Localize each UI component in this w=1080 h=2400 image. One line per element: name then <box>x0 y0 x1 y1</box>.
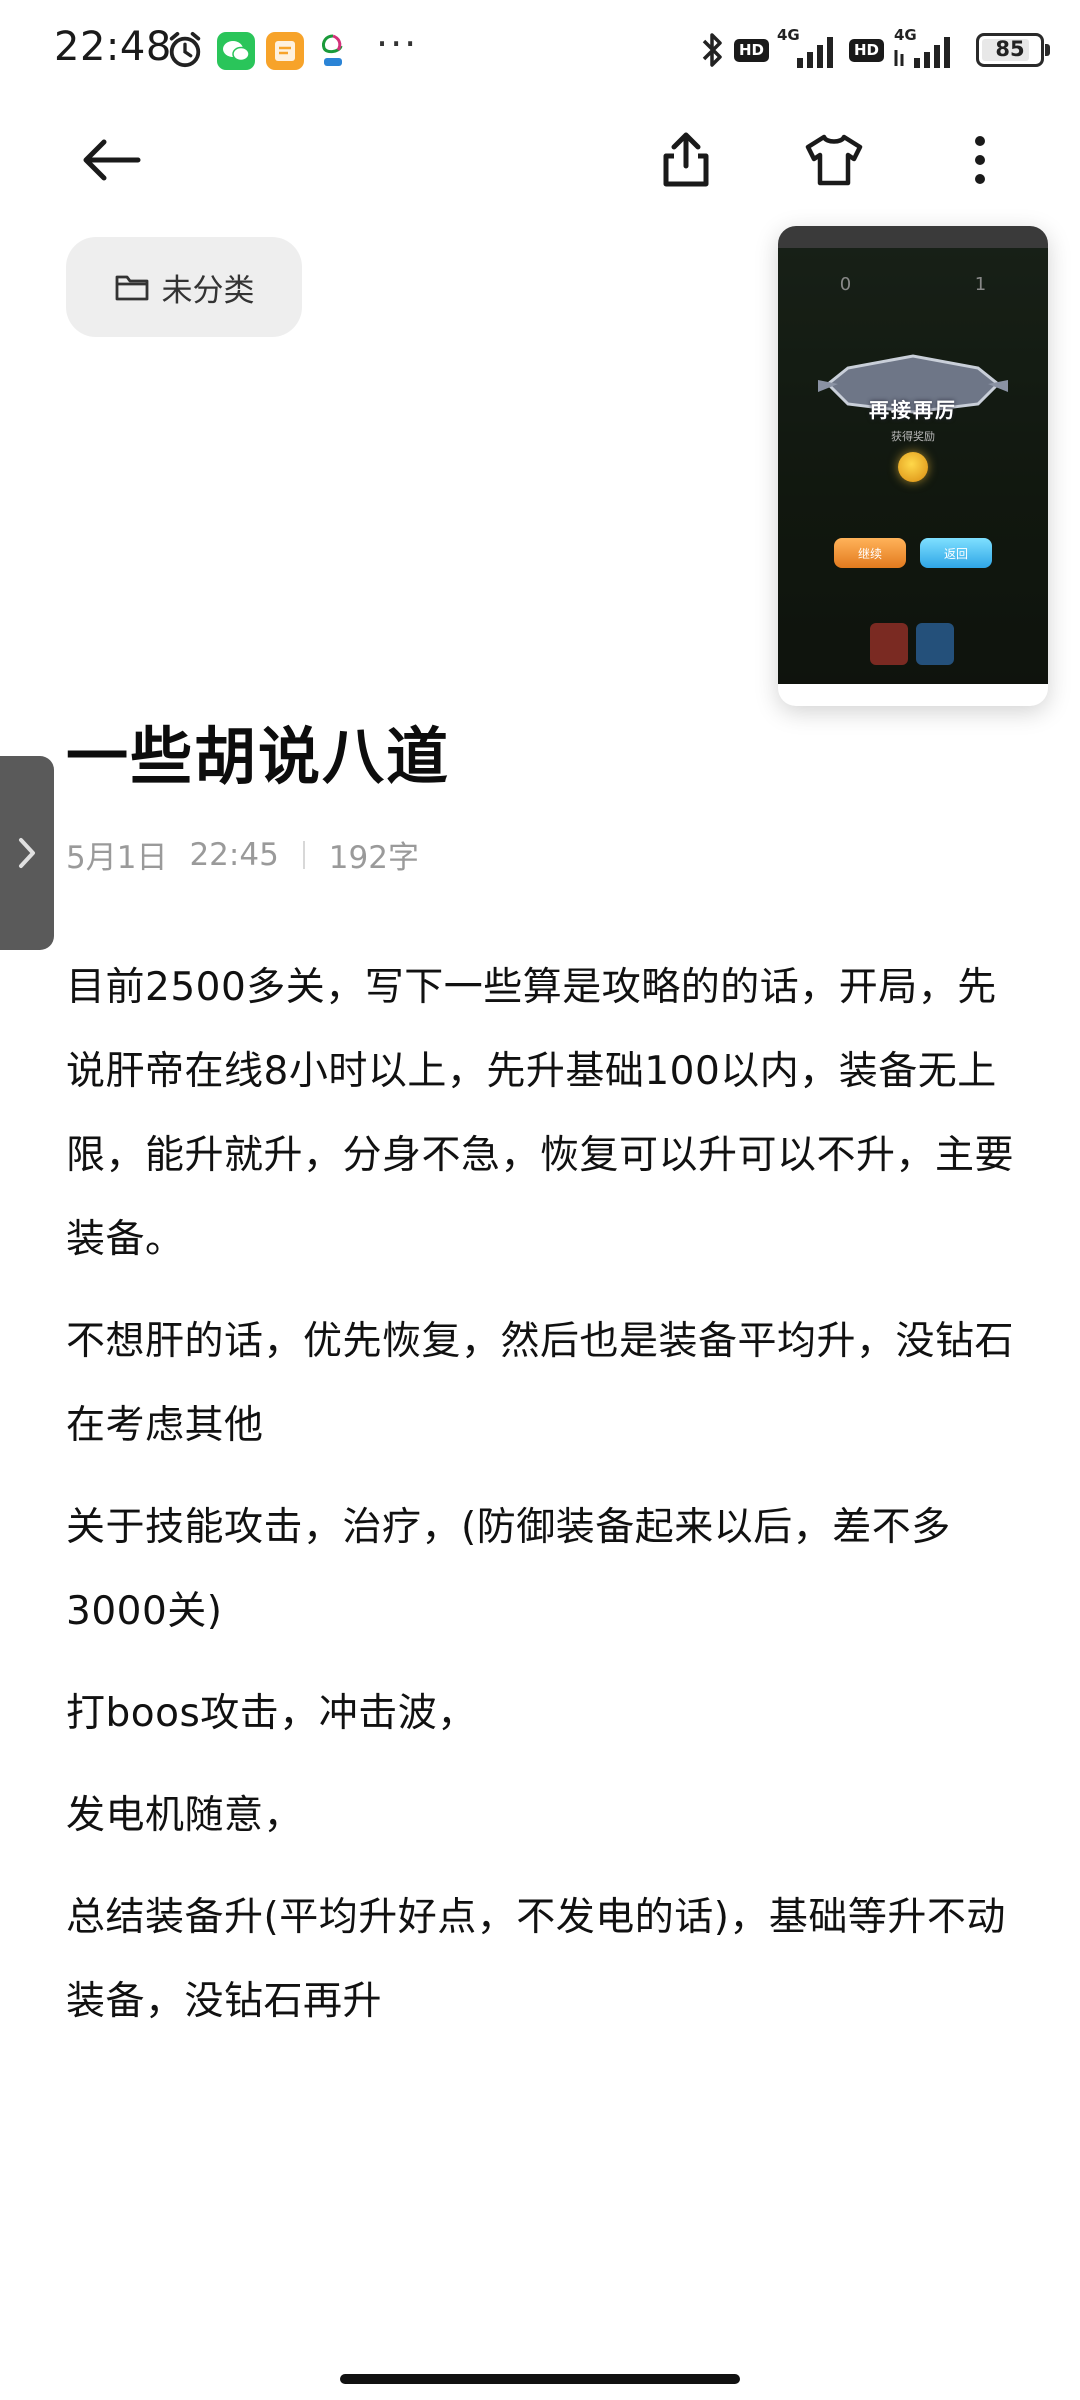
bluetooth-icon <box>702 33 722 67</box>
note-paragraph[interactable]: 目前2500多关，写下一些算是攻略的的话，开局，先说肝帝在线8小时以上，先升基础… <box>66 946 1016 1282</box>
hd-badge-2: HD <box>848 38 884 62</box>
note-date: 5月1日 <box>66 840 168 876</box>
note-body[interactable]: 目前2500多关，写下一些算是攻略的的话，开局，先说肝帝在线8小时以上，先升基础… <box>66 946 1016 2062</box>
wechat-icon <box>217 32 255 70</box>
notes-app-icon <box>266 32 304 70</box>
folder-icon <box>115 275 148 301</box>
note-paragraph[interactable]: 关于技能攻击，治疗，(防御装备起来以后，差不多3000关) <box>66 1486 1016 1654</box>
thumbnail-avatars <box>870 623 954 665</box>
word-count: 192字 <box>328 840 419 876</box>
status-right-group: HD 4G HD 4G 85 <box>700 26 1050 74</box>
shirt-theme-icon <box>805 134 863 186</box>
note-time: 22:45 <box>189 836 279 873</box>
category-chip[interactable]: 未分类 <box>66 237 302 337</box>
meta-divider <box>302 840 305 869</box>
score-left: 0 <box>839 274 852 295</box>
chevron-right-icon <box>19 838 35 868</box>
note-meta: 5月1日 22:45 192字 <box>66 832 419 877</box>
thumbnail-image: 0 1 再接再厉 获得奖励 继续 返回 <box>778 226 1048 684</box>
side-drawer-handle[interactable] <box>0 756 54 950</box>
thumbnail-score: 0 1 <box>778 274 1048 295</box>
china-mobile-icon <box>322 34 343 66</box>
battery-percent: 85 <box>995 37 1025 61</box>
note-paragraph[interactable]: 打boos攻击，冲击波， <box>66 1672 1016 1756</box>
hd-badge: HD <box>733 38 769 62</box>
home-indicator[interactable] <box>340 2374 740 2384</box>
share-button[interactable] <box>646 120 726 200</box>
signal-icon-2: 4G <box>892 26 958 72</box>
thumbnail-continue-button: 继续 <box>834 538 906 568</box>
floating-screenshot-thumbnail[interactable]: 0 1 再接再厉 获得奖励 继续 返回 <box>778 226 1048 706</box>
note-paragraph[interactable]: 总结装备升(平均升好点，不发电的话)，基础等升不动装备，没钻石再升 <box>66 1876 1016 2044</box>
note-title[interactable]: 一些胡说八道 <box>66 706 450 796</box>
share-icon <box>663 132 709 187</box>
more-options-button[interactable] <box>940 120 1020 200</box>
back-arrow-icon <box>83 139 141 181</box>
status-time: 22:48 <box>54 24 172 70</box>
signal-icon: 4G <box>777 26 841 72</box>
alarm-icon <box>169 31 201 68</box>
more-notifications-icon: ··· <box>376 22 419 66</box>
reward-label: 获得奖励 <box>891 430 935 443</box>
score-right: 1 <box>974 274 987 295</box>
coin-icon <box>898 452 928 482</box>
note-toolbar <box>0 110 1080 210</box>
status-bar: 22:48 ··· HD 4G HD 4G 85 <box>0 0 1080 100</box>
note-paragraph[interactable]: 不想肝的话，优先恢复，然后也是装备平均升，没钻石在考虑其他 <box>66 1300 1016 1468</box>
battery-icon: 85 <box>976 33 1050 67</box>
back-button[interactable] <box>70 120 150 200</box>
thumbnail-return-button: 返回 <box>920 538 992 568</box>
theme-button[interactable] <box>794 120 874 200</box>
defeat-banner-text: 再接再厉 <box>869 398 957 422</box>
more-vert-icon <box>975 136 985 184</box>
note-paragraph[interactable]: 发电机随意， <box>66 1774 1016 1858</box>
category-label: 未分类 <box>161 272 255 309</box>
